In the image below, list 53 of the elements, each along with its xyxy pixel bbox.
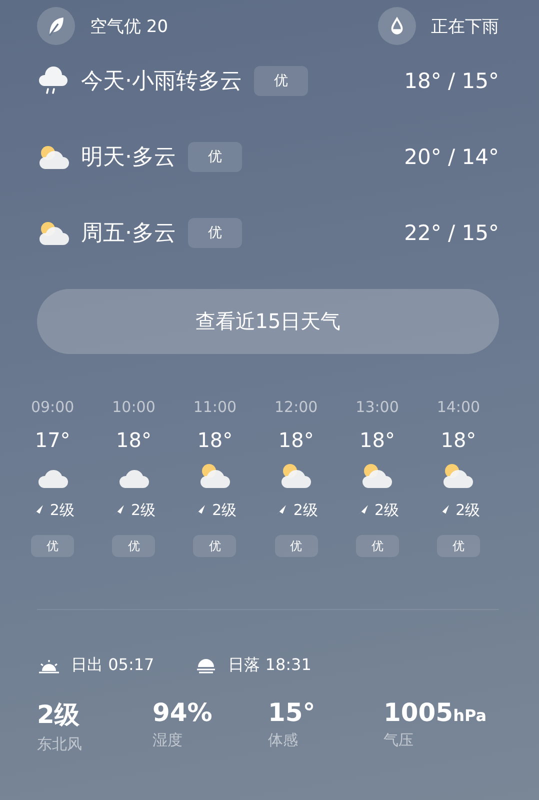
stat-value: 94% (152, 698, 214, 727)
day-forecast-label: 今天·小雨转多云 (81, 68, 242, 96)
hour-label: 13:00 (356, 398, 399, 416)
hour-label: 12:00 (274, 398, 318, 416)
temperature-range: 22° / 15° (404, 221, 499, 245)
day-forecast-label: 周五·多云 (81, 220, 176, 248)
wind-level: 2级 (456, 501, 480, 520)
hour-temperature: 17° (34, 428, 70, 452)
sun-cloud-icon (441, 462, 476, 490)
stat-label: 气压 (384, 731, 414, 750)
air-quality-tag: 优 (254, 66, 308, 96)
air-quality-tag: 优 (193, 535, 236, 557)
wind-level: 2级 (50, 501, 74, 520)
air-quality-tag: 优 (436, 535, 480, 557)
hour-label: 14:00 (436, 398, 480, 416)
sun-cloud-icon (279, 462, 314, 490)
day-forecast-label: 明天·多云 (81, 144, 176, 172)
wind-level: 2级 (212, 501, 237, 520)
air-quality-tag: 优 (274, 535, 318, 557)
stat-value: 15° (268, 698, 316, 727)
air-quality-tag: 优 (188, 218, 242, 248)
stat-label: 湿度 (152, 731, 184, 750)
air-quality-tag: 优 (356, 535, 399, 557)
hour-label: 10:00 (112, 398, 156, 416)
temperature-range: 20° / 14° (404, 145, 499, 169)
sunrise-icon (37, 658, 61, 674)
hour-temperature: 18° (440, 428, 476, 452)
air-quality-tag: 优 (112, 535, 156, 557)
sun-cloud-icon (360, 462, 394, 490)
leaf-icon (37, 7, 75, 45)
stat-label: 东北风 (37, 735, 83, 754)
wind-level: 2级 (130, 501, 156, 520)
wind-level: 2级 (293, 501, 318, 520)
air-quality-tag: 优 (31, 535, 74, 557)
sunrise-time: 日出 05:17 (71, 655, 154, 676)
hour-label: 11:00 (193, 398, 237, 416)
sunset-time: 日落 18:31 (228, 655, 312, 676)
stat-value: 2级 (37, 699, 80, 731)
air-quality-label: 空气优 20 (90, 16, 168, 38)
stat-value: 1005hPa (384, 698, 488, 727)
air-quality-tag: 优 (188, 142, 242, 172)
hour-label: 09:00 (30, 398, 74, 416)
stat-label: 体感 (268, 731, 299, 750)
hour-temperature: 18° (360, 428, 395, 452)
wind-level: 2级 (374, 501, 400, 520)
droplet-icon (378, 7, 416, 45)
forecast-button[interactable]: 查看近15日天气 (37, 289, 499, 354)
hour-temperature: 18° (197, 428, 233, 452)
temperature-range: 18° / 15° (404, 69, 499, 93)
sun-cloud-icon (198, 462, 232, 490)
hour-temperature: 18° (116, 428, 152, 452)
rain-status-label: 正在下雨 (431, 16, 499, 38)
hour-temperature: 18° (278, 428, 314, 452)
